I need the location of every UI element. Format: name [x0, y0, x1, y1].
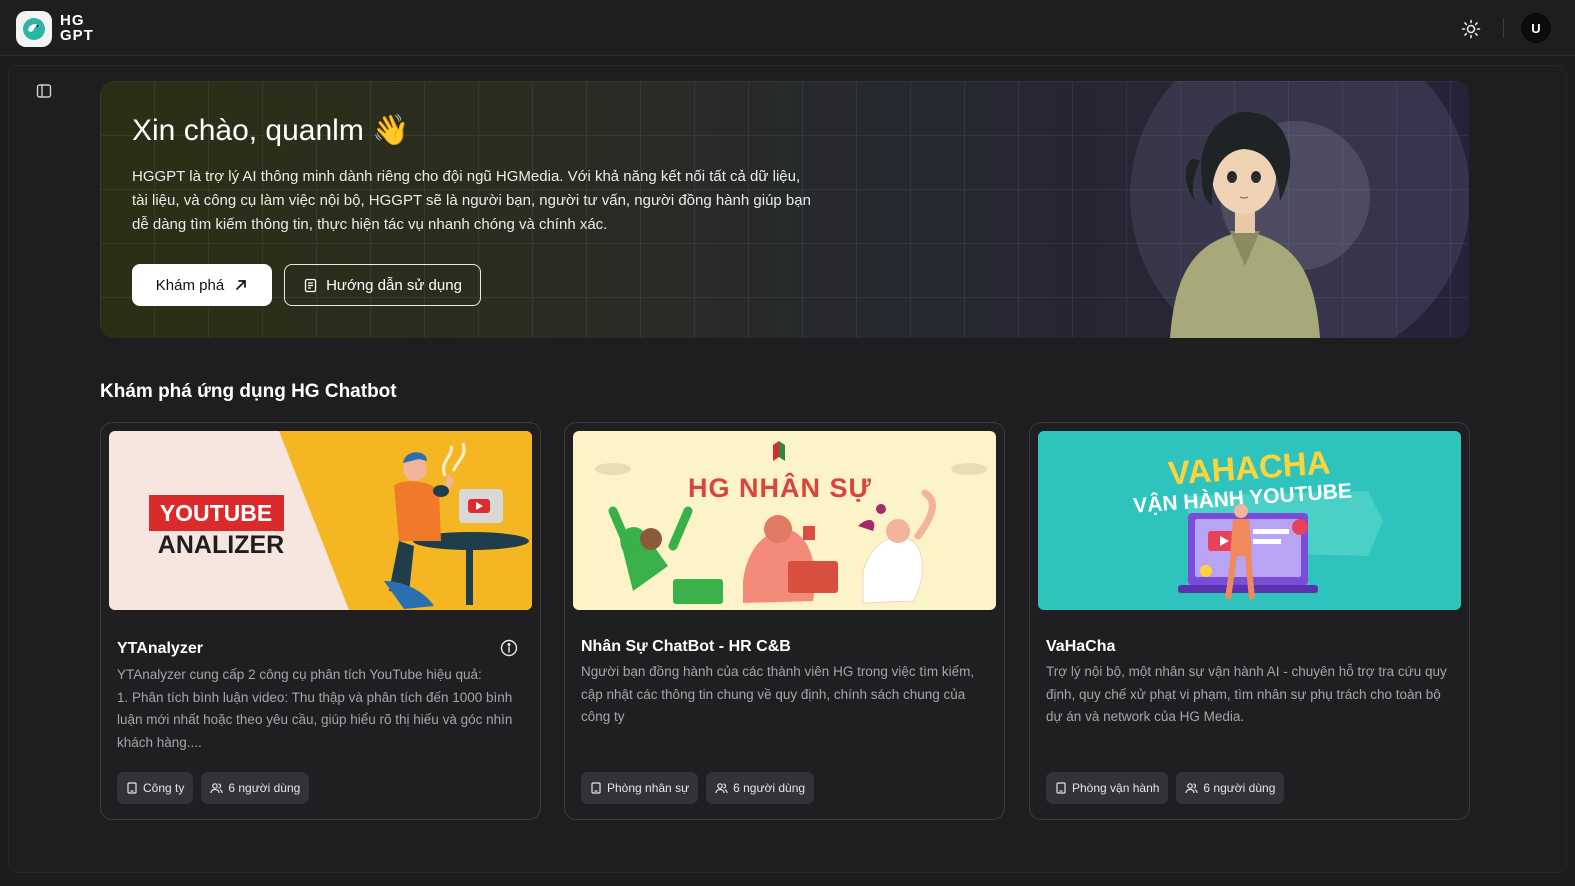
department-tag-label: Phòng nhân sự [607, 781, 690, 795]
card-description: YTAnalyzer cung cấp 2 công cụ phân tích … [117, 667, 513, 750]
department-tag-label: Phòng vận hành [1072, 781, 1160, 795]
info-icon[interactable] [499, 638, 519, 658]
explore-button-label: Khám phá [155, 276, 225, 294]
users-tag-label: 6 người dùng [228, 781, 301, 795]
hggpt-logo-icon[interactable] [16, 11, 52, 47]
user-avatar[interactable]: U [1521, 13, 1551, 43]
sidebar-toggle-icon[interactable] [36, 83, 52, 99]
users-icon [210, 783, 223, 794]
department-tag: Phòng nhân sự [581, 772, 699, 804]
hero-girl-illustration [1170, 111, 1320, 338]
card-description: Trợ lý nội bộ, một nhân sự vận hành AI -… [1046, 664, 1447, 724]
hr-chatbot-thumbnail: HG NHÂN SỰ [573, 431, 996, 610]
users-icon [715, 783, 728, 794]
building-icon [1056, 782, 1066, 794]
theme-toggle-sun-icon[interactable] [1458, 16, 1484, 42]
card-title: Nhân Sự ChatBot - HR C&B [581, 638, 791, 655]
department-tag-label: Công ty [143, 781, 185, 795]
hero-description: HGGPT là trợ lý AI thông minh dành riêng… [132, 168, 811, 233]
vahacha-thumbnail: VAHACHA VẬN HÀNH YOUTUBE [1038, 431, 1461, 610]
users-icon [1185, 783, 1199, 794]
users-tag-label: 6 người dùng [1203, 781, 1276, 795]
card-tags: Phòng vận hành 6 người dùng [1046, 772, 1285, 804]
ytanalyzer-thumbnail: YOUTUBE ANALIZER [109, 431, 532, 610]
card-description: Người bạn đồng hành của các thành viên H… [581, 664, 975, 724]
logo-line2: GPT [60, 27, 94, 44]
users-tag: 6 người dùng [706, 772, 815, 804]
section-title: Khám phá ứng dụng HG Chatbot [100, 381, 397, 402]
app-card-hr-chatbot[interactable]: HG NHÂN SỰ Nhân Sự ChatBot - HR C&B Ngườ… [564, 422, 1005, 820]
logo-text: HG GPT [60, 13, 94, 43]
ytanalyzer-thumb-line1: YOUTUBE [160, 500, 272, 526]
card-title: YTAnalyzer [117, 640, 203, 657]
card-tags: Công ty 6 người dùng [117, 772, 310, 804]
hr-thumb-title: HG NHÂN SỰ [688, 472, 872, 503]
hero-greeting: Xin chào, quanlm 👋 [132, 114, 410, 147]
department-tag: Công ty [117, 772, 194, 804]
logo-line1: HG [60, 12, 85, 29]
department-tag: Phòng vận hành [1046, 772, 1169, 804]
top-bar: HG GPT U [0, 0, 1575, 56]
main-panel: Xin chào, quanlm 👋 HGGPT là trợ lý AI th… [8, 65, 1567, 873]
building-icon [127, 782, 137, 794]
users-tag: 6 người dùng [201, 772, 310, 804]
app-card-ytanalyzer[interactable]: YOUTUBE ANALIZER YTAnalyzer YTAnalyzer c… [100, 422, 541, 820]
users-tag: 6 người dùng [1176, 772, 1285, 804]
divider [1503, 18, 1504, 38]
users-tag-label: 6 người dùng [733, 781, 806, 795]
document-icon [304, 278, 317, 292]
arrow-up-right-icon [236, 280, 247, 290]
hero-banner: Xin chào, quanlm 👋 HGGPT là trợ lý AI th… [100, 81, 1469, 338]
explore-button[interactable]: Khám phá [132, 264, 272, 306]
card-title: VaHaCha [1046, 638, 1116, 655]
user-guide-label: Hướng dẫn sử dụng [326, 276, 462, 294]
ytanalyzer-thumb-line2: ANALIZER [158, 531, 284, 559]
user-guide-button[interactable]: Hướng dẫn sử dụng [284, 264, 481, 306]
app-card-vahacha[interactable]: VAHACHA VẬN HÀNH YOUTUBE VaHaCha Trợ lý … [1029, 422, 1470, 820]
building-icon [591, 782, 601, 794]
card-tags: Phòng nhân sự 6 người dùng [581, 772, 815, 804]
